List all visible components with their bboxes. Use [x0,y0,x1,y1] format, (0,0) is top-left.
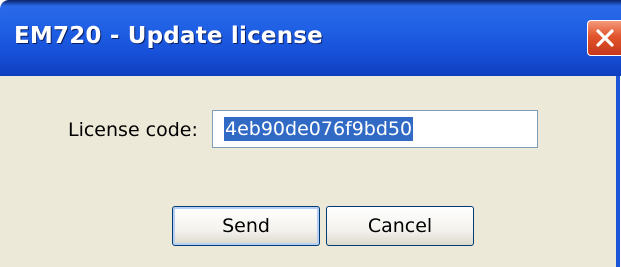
close-button[interactable] [587,20,621,56]
update-license-dialog: EM720 - Update license License code: 4eb… [0,0,621,267]
window-title: EM720 - Update license [14,23,323,49]
cancel-button-label: Cancel [367,215,433,237]
close-icon [596,29,614,47]
license-code-value[interactable]: 4eb90de076f9bd50 [224,117,414,141]
title-bar[interactable]: EM720 - Update license [0,0,621,76]
cancel-button[interactable]: Cancel [326,206,474,246]
dialog-body: License code: 4eb90de076f9bd50 Send Canc… [0,76,620,267]
send-button[interactable]: Send [172,206,320,246]
license-code-input[interactable]: 4eb90de076f9bd50 [212,110,538,148]
license-code-label: License code: [68,119,198,141]
send-button-label: Send [222,215,270,237]
